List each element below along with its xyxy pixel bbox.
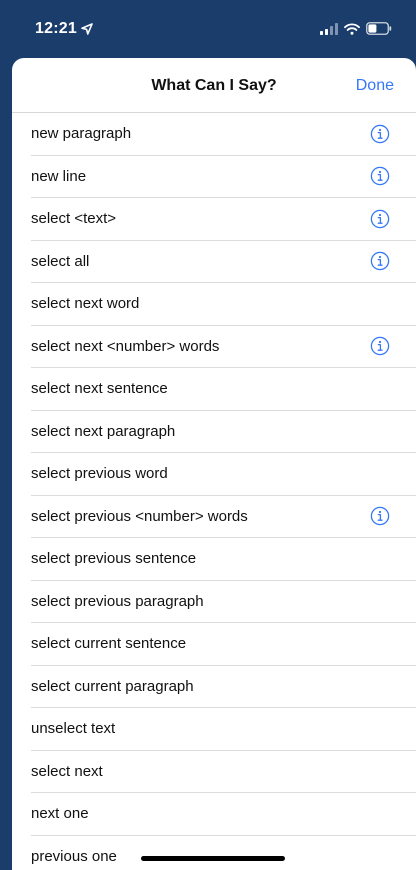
command-label: new paragraph (31, 125, 132, 143)
command-label: select all (31, 252, 90, 270)
status-bar: 12:21 (0, 0, 416, 56)
command-label: select previous paragraph (31, 592, 204, 610)
command-label: new line (31, 167, 87, 185)
list-item: select next sentence (31, 368, 416, 411)
command-label: select previous sentence (31, 550, 197, 568)
info-icon[interactable] (370, 251, 390, 271)
command-label: select previous <number> words (31, 507, 248, 525)
list-item: select next <number> words (31, 326, 416, 368)
list-item: select current paragraph (31, 666, 416, 708)
list-item: select current sentence (31, 623, 416, 666)
home-indicator[interactable] (141, 856, 285, 861)
command-label: select <text> (31, 210, 117, 228)
sheet-header: What Can I Say? Done (12, 58, 416, 113)
list-item: select next (31, 751, 416, 793)
wifi-icon (344, 22, 360, 35)
info-icon[interactable] (370, 336, 390, 356)
command-label: select next (31, 762, 103, 780)
command-label: next one (31, 805, 89, 823)
list-item: select next word (31, 283, 416, 326)
list-item: select previous sentence (31, 538, 416, 581)
command-label: select next word (31, 295, 140, 313)
status-time: 12:21 (35, 20, 93, 38)
list-item: select <text> (31, 198, 416, 241)
list-item: select previous word (31, 453, 416, 496)
command-list: new paragraph new line select <text> sel… (12, 113, 416, 870)
list-item: select next paragraph (31, 411, 416, 453)
list-item: select previous <number> words (31, 496, 416, 538)
commands-sheet: What Can I Say? Done new paragraph new l… (12, 58, 416, 870)
screen: 12:21 What Can I Say? Done new paragraph… (0, 0, 416, 870)
info-icon[interactable] (370, 506, 390, 526)
list-item: select previous paragraph (31, 581, 416, 623)
location-arrow-icon (81, 23, 93, 35)
command-label: unselect text (31, 720, 116, 738)
done-button[interactable]: Done (356, 77, 394, 95)
command-label: select next sentence (31, 380, 168, 398)
info-icon[interactable] (370, 124, 390, 144)
list-item: next one (31, 793, 416, 836)
list-item: new line (31, 156, 416, 198)
command-label: select current sentence (31, 635, 187, 653)
info-icon[interactable] (370, 209, 390, 229)
list-item: new paragraph (31, 113, 416, 156)
command-label: select previous word (31, 465, 168, 483)
status-indicators (320, 22, 392, 35)
list-item: previous one (31, 836, 416, 870)
command-label: previous one (31, 848, 117, 866)
clock: 12:21 (35, 20, 77, 37)
info-icon[interactable] (370, 166, 390, 186)
command-label: select current paragraph (31, 677, 194, 695)
command-label: select next paragraph (31, 422, 176, 440)
command-label: select next <number> words (31, 337, 220, 355)
list-item: select all (31, 241, 416, 283)
battery-icon (366, 22, 392, 35)
cellular-signal-icon (320, 22, 338, 35)
list-item: unselect text (31, 708, 416, 751)
